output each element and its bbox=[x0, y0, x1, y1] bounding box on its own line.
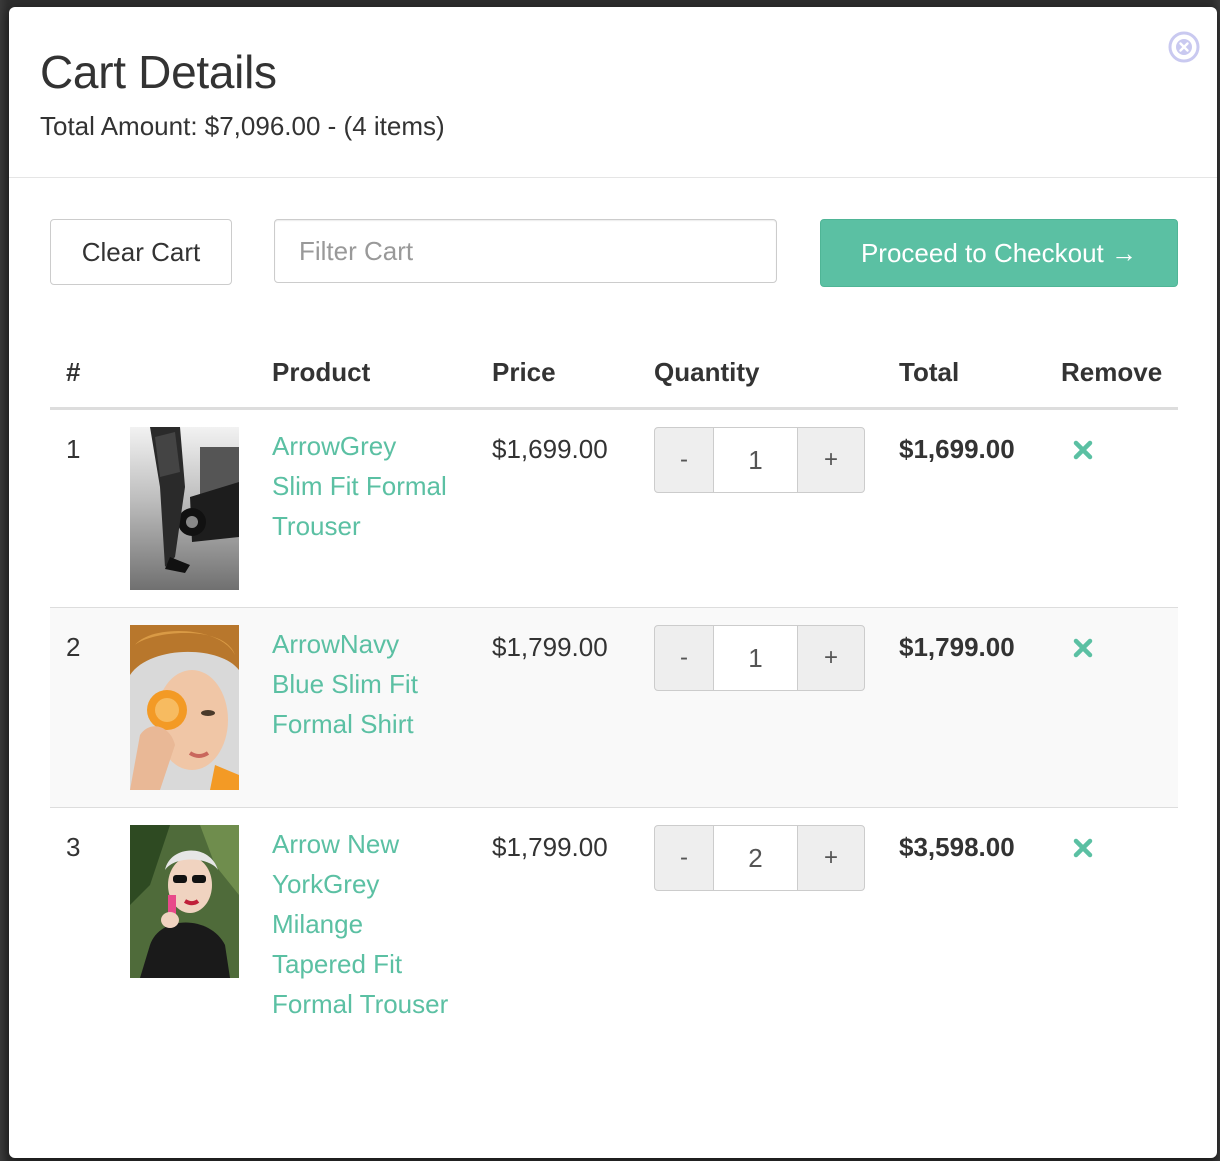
product-thumbnail[interactable] bbox=[130, 825, 239, 978]
increase-quantity-button[interactable]: + bbox=[797, 625, 865, 691]
close-button[interactable] bbox=[1168, 31, 1200, 63]
cart-table: # Product Price Quantity Total Remove 1 bbox=[50, 337, 1178, 1068]
proceed-to-checkout-button[interactable]: Proceed to Checkout → bbox=[820, 219, 1178, 287]
product-link[interactable]: Arrow New YorkGrey Milange Tapered Fit F… bbox=[272, 808, 452, 1024]
product-price: $1,699.00 bbox=[492, 434, 608, 464]
decrease-quantity-button[interactable]: - bbox=[654, 427, 714, 493]
header-remove: Remove bbox=[1061, 337, 1178, 410]
header-number: # bbox=[50, 337, 130, 410]
quantity-stepper: - + bbox=[654, 825, 865, 891]
product-thumbnail[interactable] bbox=[130, 427, 239, 590]
line-total: $3,598.00 bbox=[899, 832, 1015, 862]
line-total: $1,799.00 bbox=[899, 632, 1015, 662]
row-number: 1 bbox=[66, 434, 81, 464]
table-row: 3 Arrow New YorkGrey Milange Tapered Fit… bbox=[50, 808, 1178, 1068]
cart-modal: Cart Details Total Amount: $7,096.00 - (… bbox=[9, 7, 1217, 1158]
modal-header: Cart Details Total Amount: $7,096.00 - (… bbox=[9, 7, 1217, 178]
quantity-input[interactable] bbox=[714, 625, 797, 691]
header-quantity: Quantity bbox=[654, 337, 899, 410]
product-link[interactable]: ArrowGrey Slim Fit Formal Trouser bbox=[272, 410, 452, 546]
x-icon[interactable] bbox=[1073, 838, 1093, 858]
x-icon[interactable] bbox=[1073, 440, 1093, 460]
quantity-input[interactable] bbox=[714, 427, 797, 493]
decrease-quantity-button[interactable]: - bbox=[654, 825, 714, 891]
header-product: Product bbox=[272, 337, 492, 410]
filter-cart-input[interactable] bbox=[274, 219, 777, 283]
cart-toolbar: Clear Cart Proceed to Checkout → bbox=[50, 219, 1178, 289]
header-price: Price bbox=[492, 337, 654, 410]
x-icon[interactable] bbox=[1073, 638, 1093, 658]
modal-title: Cart Details bbox=[40, 46, 277, 98]
product-price: $1,799.00 bbox=[492, 832, 608, 862]
decrease-quantity-button[interactable]: - bbox=[654, 625, 714, 691]
close-circle-icon bbox=[1168, 31, 1200, 63]
header-total: Total bbox=[899, 337, 1061, 410]
cart-summary: Total Amount: $7,096.00 - (4 items) bbox=[40, 111, 445, 141]
quantity-stepper: - + bbox=[654, 427, 865, 493]
increase-quantity-button[interactable]: + bbox=[797, 825, 865, 891]
header-image bbox=[130, 337, 272, 410]
table-row: 2 ArrowNavy Blue Slim Fit Formal Shirt $… bbox=[50, 607, 1178, 808]
line-total: $1,699.00 bbox=[899, 434, 1015, 464]
product-link[interactable]: ArrowNavy Blue Slim Fit Formal Shirt bbox=[272, 608, 452, 744]
row-number: 3 bbox=[66, 832, 81, 862]
product-price: $1,799.00 bbox=[492, 632, 608, 662]
clear-cart-button[interactable]: Clear Cart bbox=[50, 219, 232, 285]
table-row: 1 ArrowGrey Slim Fit Formal Trouser $1,6… bbox=[50, 409, 1178, 608]
product-thumbnail[interactable] bbox=[130, 625, 239, 790]
increase-quantity-button[interactable]: + bbox=[797, 427, 865, 493]
table-header-row: # Product Price Quantity Total Remove bbox=[50, 337, 1178, 410]
row-number: 2 bbox=[66, 632, 81, 662]
quantity-input[interactable] bbox=[714, 825, 797, 891]
quantity-stepper: - + bbox=[654, 625, 865, 691]
